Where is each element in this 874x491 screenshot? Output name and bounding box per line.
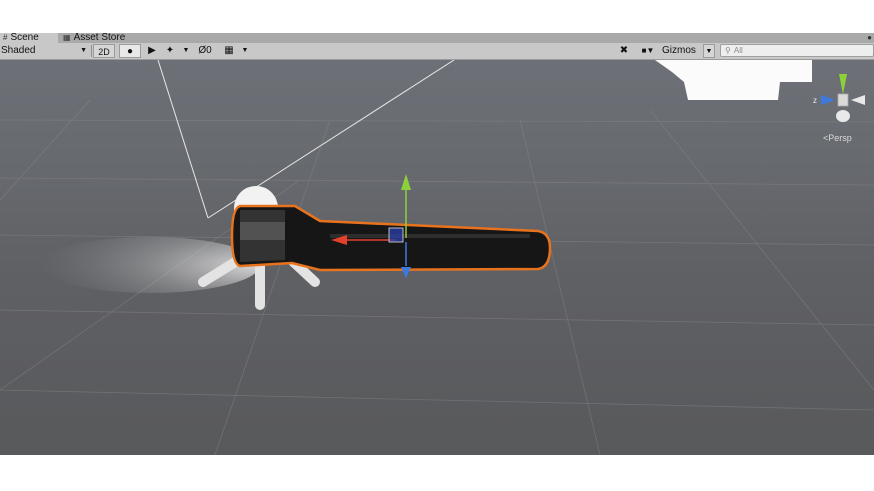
grid-icon: ▦ — [224, 45, 234, 56]
scene-canvas[interactable]: y z — [0, 60, 874, 455]
projection-toggle[interactable]: <Persp — [823, 133, 852, 143]
tab-asset-store-label: Asset Store — [73, 32, 126, 43]
gizmo-z-label: z — [813, 96, 817, 105]
orientation-gizmo-icon[interactable]: y z — [813, 74, 865, 122]
divider — [91, 45, 92, 57]
dropdown-arrow-icon: ▼ — [80, 47, 87, 54]
lighting-toggle-button[interactable]: ● — [119, 44, 141, 58]
grid-toggle-button[interactable]: ▦ — [220, 44, 238, 58]
search-placeholder: All — [733, 46, 743, 55]
effects-icon: ✦ — [165, 45, 175, 56]
camera-icon: ■▼ — [641, 46, 655, 55]
effects-dropdown-button[interactable]: ▼ — [181, 44, 191, 58]
tools-icon: ✖ — [619, 45, 629, 56]
scene-viewport[interactable]: y z <Persp — [0, 60, 874, 455]
shading-mode-dropdown[interactable]: Shaded ▼ — [1, 44, 89, 58]
audio-toggle-button[interactable]: ▶ — [143, 44, 161, 58]
projection-label: Persp — [828, 133, 852, 143]
scene-search-input[interactable]: ⚲ All — [720, 44, 874, 57]
grid-dropdown-button[interactable]: ▼ — [240, 44, 250, 58]
hidden-objects-toggle-button[interactable]: Ø0 — [193, 44, 217, 58]
tab-asset-store[interactable]: ▦ Asset Store — [60, 33, 128, 43]
chevron-down-icon: ▼ — [705, 48, 713, 55]
store-icon: ▦ — [63, 33, 71, 42]
gizmos-dropdown-button[interactable]: ▼ — [703, 44, 715, 58]
white-prop-object — [655, 60, 812, 100]
eye-slash-icon: Ø — [198, 45, 207, 56]
camera-settings-button[interactable]: ■▼ — [636, 44, 660, 58]
chevron-down-icon: ▼ — [182, 47, 190, 54]
effects-toggle-button[interactable]: ✦ — [161, 44, 179, 58]
gizmos-button[interactable]: Gizmos — [662, 44, 702, 58]
hash-grid-icon: # — [3, 33, 8, 42]
tools-button[interactable]: ✖ — [616, 44, 632, 58]
shading-mode-label: Shaded — [1, 45, 36, 56]
speaker-icon: ▶ — [148, 45, 156, 56]
tab-scene-label: Scene — [10, 32, 39, 43]
tab-scene[interactable]: # Scene — [0, 33, 58, 43]
lock-icon[interactable]: ● — [867, 33, 872, 43]
hidden-objects-count: 0 — [206, 45, 212, 56]
chevron-down-icon: ▼ — [241, 47, 249, 54]
2d-toggle-button[interactable]: 2D — [93, 44, 115, 58]
scene-tab-bar: # Scene ▦ Asset Store ● — [0, 33, 874, 43]
gizmo-y-label: y — [841, 74, 845, 83]
camera-frustum — [157, 60, 455, 219]
lightbulb-icon: ● — [126, 46, 134, 57]
scene-toolbar: Shaded ▼ 2D ● ▶ ✦ ▼ Ø0 ▦ ▼ ✖ ■▼ Gizmos ▼… — [0, 43, 874, 60]
search-icon: ⚲ — [725, 46, 731, 55]
